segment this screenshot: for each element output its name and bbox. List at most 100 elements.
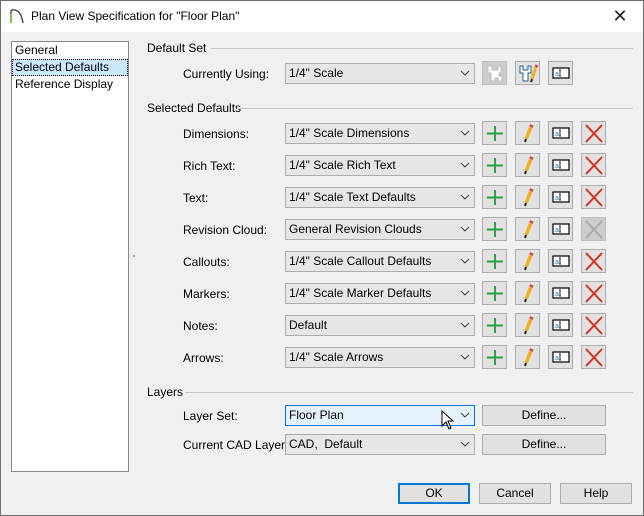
revision-cloud-edit-button[interactable]: [515, 217, 540, 241]
splitter-handle[interactable]: [132, 231, 136, 281]
svg-text:a: a: [555, 71, 559, 78]
markers-delete-button[interactable]: [581, 281, 606, 305]
arrows-add-button[interactable]: [482, 345, 507, 369]
mouse-cursor-icon: [441, 410, 455, 430]
currently-using-select[interactable]: 1/4" Scale: [285, 63, 475, 84]
markers-value: 1/4" Scale Marker Defaults: [289, 286, 432, 300]
svg-text:a: a: [555, 259, 559, 266]
currently-using-value: 1/4" Scale: [289, 66, 344, 80]
plus-icon: [487, 254, 503, 269]
arrows-label: Arrows:: [183, 351, 224, 365]
text-style-icon: a: [552, 191, 570, 203]
ok-button[interactable]: OK: [398, 483, 470, 504]
callouts-edit-button[interactable]: [515, 249, 540, 273]
plus-icon: [487, 318, 503, 333]
svg-text:a: a: [555, 355, 559, 362]
cancel-button[interactable]: Cancel: [479, 483, 551, 504]
markers-add-button[interactable]: [482, 281, 507, 305]
revision-cloud-text-style-button[interactable]: a: [548, 217, 573, 241]
text-label: Text:: [183, 191, 209, 205]
markers-text-style-button[interactable]: a: [548, 281, 573, 305]
text-value: 1/4" Scale Text Defaults: [289, 190, 416, 204]
text-select[interactable]: 1/4" Scale Text Defaults: [285, 187, 475, 208]
plus-icon: [487, 190, 503, 205]
divider: [211, 48, 633, 49]
text-text-style-button[interactable]: a: [548, 185, 573, 209]
revision-cloud-delete-button[interactable]: [581, 217, 606, 241]
pencil-icon: [524, 188, 534, 207]
sidebar-item-reference-display[interactable]: Reference Display: [12, 76, 128, 93]
notes-add-button[interactable]: [482, 313, 507, 337]
arrows-delete-button[interactable]: [581, 345, 606, 369]
rich-text-add-button[interactable]: [482, 153, 507, 177]
define-cad-layer-button[interactable]: Define...: [482, 434, 606, 455]
delete-x-icon: [585, 188, 603, 207]
layer-set-value: Floor Plan: [289, 408, 344, 422]
revision-cloud-value: General Revision Clouds: [289, 222, 422, 236]
dimensions-text-style-button[interactable]: a: [548, 121, 573, 145]
sidebar-item-general[interactable]: General: [12, 42, 128, 59]
rich-text-text-style-button[interactable]: a: [548, 153, 573, 177]
pencil-icon: [524, 252, 534, 271]
text-style-icon: a: [552, 67, 570, 79]
pencil-icon: [524, 124, 534, 143]
cad-layer-select[interactable]: CAD, Default: [285, 434, 475, 455]
rich-text-value: 1/4" Scale Rich Text: [289, 158, 396, 172]
chevron-down-icon: [460, 322, 470, 328]
title-bar[interactable]: Plan View Specification for "Floor Plan"…: [1, 1, 643, 32]
callouts-delete-button[interactable]: [581, 249, 606, 273]
arrows-text-style-button[interactable]: a: [548, 345, 573, 369]
revision-cloud-select[interactable]: General Revision Clouds: [285, 219, 475, 240]
rich-text-delete-button[interactable]: [581, 153, 606, 177]
text-edit-button[interactable]: [515, 185, 540, 209]
chevron-down-icon: [460, 226, 470, 232]
dimensions-delete-button[interactable]: [581, 121, 606, 145]
dimensions-add-button[interactable]: [482, 121, 507, 145]
close-icon[interactable]: ✕: [605, 5, 635, 29]
layers-group-label: Layers: [147, 385, 184, 399]
notes-select[interactable]: Default: [285, 315, 475, 336]
plus-icon: [487, 158, 503, 173]
default-set-group-label: Default Set: [147, 41, 207, 55]
sidebar-item-selected-defaults[interactable]: Selected Defaults: [12, 59, 128, 76]
arrows-select[interactable]: 1/4" Scale Arrows: [285, 347, 475, 368]
help-button[interactable]: Help: [560, 483, 632, 504]
dimensions-edit-button[interactable]: [515, 121, 540, 145]
notes-delete-button[interactable]: [581, 313, 606, 337]
callouts-value: 1/4" Scale Callout Defaults: [289, 254, 432, 268]
dimensions-select[interactable]: 1/4" Scale Dimensions: [285, 123, 475, 144]
notes-text-style-button[interactable]: a: [548, 313, 573, 337]
rich-text-edit-button[interactable]: [515, 153, 540, 177]
callouts-add-button[interactable]: [482, 249, 507, 273]
divider: [185, 392, 633, 393]
arrows-edit-button[interactable]: [515, 345, 540, 369]
category-list[interactable]: General Selected Defaults Reference Disp…: [11, 41, 129, 472]
markers-select[interactable]: 1/4" Scale Marker Defaults: [285, 283, 475, 304]
edit-default-set-icon: [519, 64, 539, 83]
svg-text:a: a: [555, 163, 559, 170]
cad-layer-label: Current CAD Layer:: [183, 438, 289, 452]
define-layer-set-button[interactable]: Define...: [482, 405, 606, 426]
chevron-down-icon: [460, 194, 470, 200]
notes-edit-button[interactable]: [515, 313, 540, 337]
plus-icon: [487, 126, 503, 141]
markers-edit-button[interactable]: [515, 281, 540, 305]
chevron-down-icon: [460, 258, 470, 264]
save-default-set-button[interactable]: [482, 61, 507, 85]
divider: [237, 108, 633, 109]
callouts-select[interactable]: 1/4" Scale Callout Defaults: [285, 251, 475, 272]
rich-text-select[interactable]: 1/4" Scale Rich Text: [285, 155, 475, 176]
delete-x-icon: [585, 284, 603, 303]
dimensions-value: 1/4" Scale Dimensions: [289, 126, 410, 140]
text-delete-button[interactable]: [581, 185, 606, 209]
text-style-button[interactable]: a: [548, 61, 573, 85]
revision-cloud-add-button[interactable]: [482, 217, 507, 241]
edit-default-set-button[interactable]: [515, 61, 540, 85]
text-style-icon: a: [552, 351, 570, 363]
callouts-text-style-button[interactable]: a: [548, 249, 573, 273]
text-add-button[interactable]: [482, 185, 507, 209]
chevron-down-icon: [460, 354, 470, 360]
layer-set-label: Layer Set:: [183, 409, 238, 423]
svg-text:a: a: [555, 131, 559, 138]
svg-text:a: a: [555, 195, 559, 202]
